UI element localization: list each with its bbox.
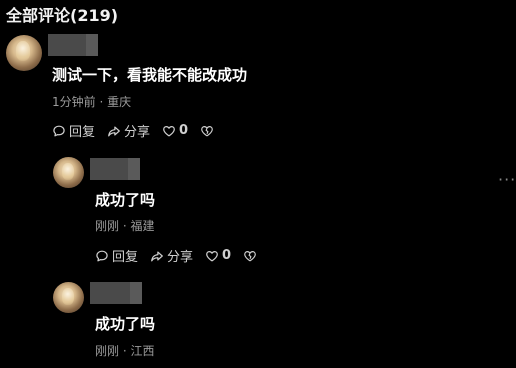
- blurred-username[interactable]: [90, 282, 142, 304]
- blurred-username[interactable]: [90, 158, 140, 180]
- heart-icon: [206, 250, 218, 261]
- comments-header: 全部评论(219): [6, 6, 119, 25]
- like-count: 0: [179, 123, 189, 138]
- reply-time: 刚刚: [95, 219, 120, 233]
- meta-separator: ·: [99, 95, 104, 109]
- dislike-button[interactable]: [200, 124, 217, 138]
- speech-bubble-icon: [96, 250, 108, 261]
- reply-location: 江西: [130, 344, 155, 358]
- share-arrow-icon: [151, 250, 163, 261]
- meta-separator: ·: [122, 344, 127, 358]
- avatar[interactable]: [53, 282, 84, 313]
- reply-button[interactable]: 回复: [95, 246, 138, 265]
- reply-time: 刚刚: [95, 344, 120, 358]
- reply-label: 回复: [69, 125, 96, 140]
- reply-actions: 回复 分享 0: [95, 246, 272, 265]
- comment-time: 1分钟前: [52, 95, 96, 109]
- share-arrow-icon: [108, 125, 120, 136]
- broken-heart-icon: [201, 125, 213, 136]
- reply-button[interactable]: 回复: [52, 121, 95, 140]
- reply-text: 成功了吗: [95, 315, 156, 333]
- comment-meta: 1分钟前 · 重庆: [52, 93, 131, 110]
- comment-actions: 回复 分享 0: [52, 121, 229, 140]
- comment-text: 测试一下，看我能不能改成功: [52, 66, 248, 84]
- like-button[interactable]: 0: [162, 123, 188, 138]
- reply-text: 成功了吗: [95, 191, 156, 209]
- dislike-button[interactable]: [243, 249, 260, 263]
- heart-icon: [163, 125, 175, 136]
- comment-location: 重庆: [107, 95, 132, 109]
- speech-bubble-icon: [53, 125, 65, 136]
- share-label: 分享: [124, 125, 151, 140]
- broken-heart-icon: [244, 250, 256, 261]
- reply-label: 回复: [112, 250, 139, 265]
- reply-location: 福建: [130, 219, 155, 233]
- avatar[interactable]: [6, 35, 42, 71]
- reply-meta: 刚刚 · 福建: [95, 217, 155, 234]
- share-label: 分享: [167, 250, 194, 265]
- blurred-username[interactable]: [48, 34, 98, 56]
- share-button[interactable]: 分享: [150, 246, 193, 265]
- avatar[interactable]: [53, 157, 84, 188]
- like-count: 0: [222, 248, 232, 263]
- more-dots-icon[interactable]: ···: [498, 170, 516, 189]
- reply-meta: 刚刚 · 江西: [95, 342, 155, 359]
- share-button[interactable]: 分享: [107, 121, 150, 140]
- meta-separator: ·: [122, 219, 127, 233]
- like-button[interactable]: 0: [205, 248, 231, 263]
